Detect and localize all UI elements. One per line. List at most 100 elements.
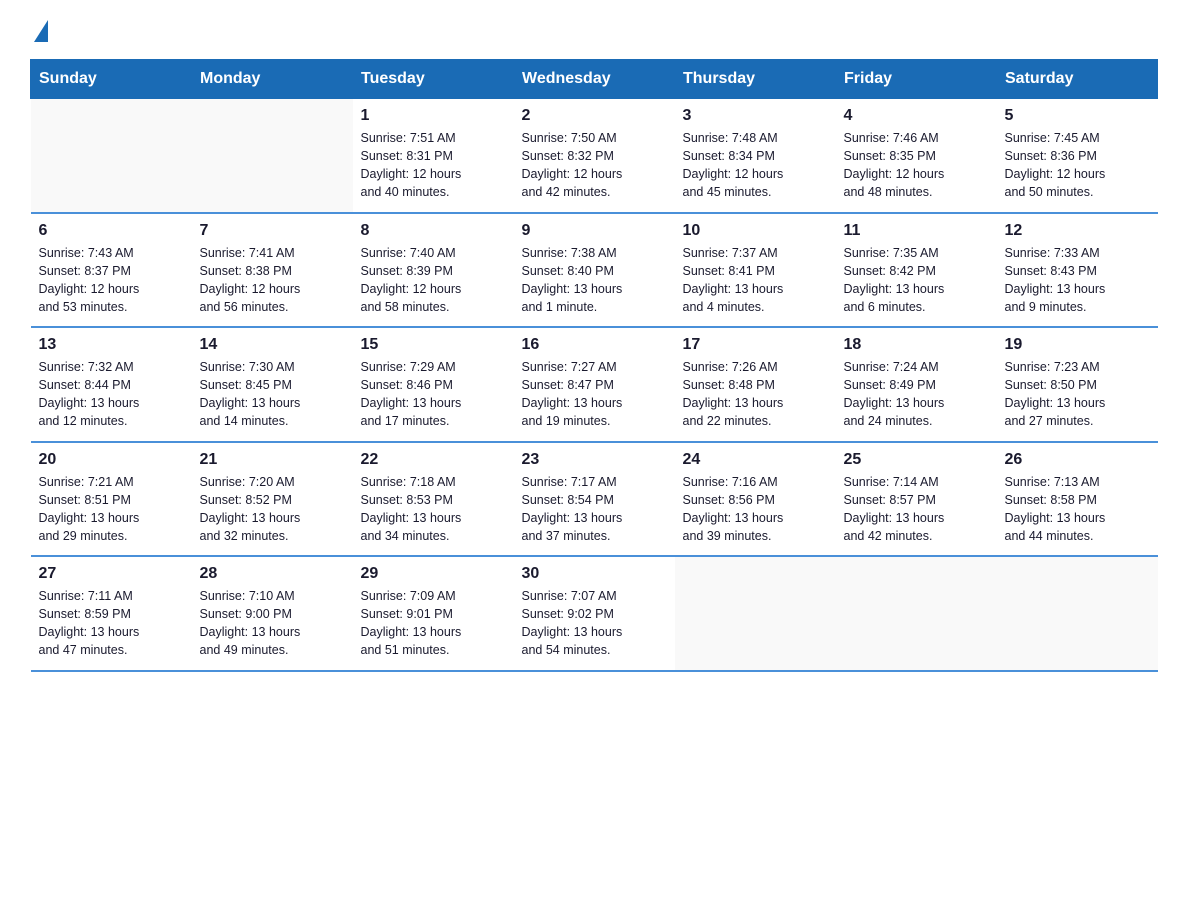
day-number: 18 (844, 336, 989, 354)
day-info: Sunrise: 7:27 AMSunset: 8:47 PMDaylight:… (522, 358, 667, 431)
calendar-week-row: 20 Sunrise: 7:21 AMSunset: 8:51 PMDayligh… (31, 442, 1158, 557)
day-number: 20 (39, 451, 184, 469)
day-info: Sunrise: 7:23 AMSunset: 8:50 PMDaylight:… (1005, 358, 1150, 431)
page-header (30, 20, 1158, 49)
calendar-cell: 4 Sunrise: 7:46 AMSunset: 8:35 PMDaylight… (836, 99, 997, 213)
weekday-header-thursday: Thursday (675, 60, 836, 99)
day-info: Sunrise: 7:50 AMSunset: 8:32 PMDaylight:… (522, 129, 667, 202)
day-info: Sunrise: 7:13 AMSunset: 8:58 PMDaylight:… (1005, 473, 1150, 546)
day-info: Sunrise: 7:29 AMSunset: 8:46 PMDaylight:… (361, 358, 506, 431)
day-number: 6 (39, 222, 184, 240)
day-info: Sunrise: 7:41 AMSunset: 8:38 PMDaylight:… (200, 244, 345, 317)
day-info: Sunrise: 7:40 AMSunset: 8:39 PMDaylight:… (361, 244, 506, 317)
calendar-cell: 14 Sunrise: 7:30 AMSunset: 8:45 PMDayligh… (192, 327, 353, 442)
day-info: Sunrise: 7:38 AMSunset: 8:40 PMDaylight:… (522, 244, 667, 317)
day-number: 17 (683, 336, 828, 354)
calendar-week-row: 13 Sunrise: 7:32 AMSunset: 8:44 PMDayligh… (31, 327, 1158, 442)
day-info: Sunrise: 7:07 AMSunset: 9:02 PMDaylight:… (522, 587, 667, 660)
day-info: Sunrise: 7:14 AMSunset: 8:57 PMDaylight:… (844, 473, 989, 546)
calendar-cell: 1Sunrise: 7:51 AMSunset: 8:31 PMDaylight… (353, 99, 514, 213)
calendar-cell: 18 Sunrise: 7:24 AMSunset: 8:49 PMDayligh… (836, 327, 997, 442)
calendar-cell: 25Sunrise: 7:14 AMSunset: 8:57 PMDayligh… (836, 442, 997, 557)
weekday-header-tuesday: Tuesday (353, 60, 514, 99)
day-number: 24 (683, 451, 828, 469)
calendar-header: SundayMondayTuesdayWednesdayThursdayFrid… (31, 60, 1158, 99)
calendar-cell: 17 Sunrise: 7:26 AMSunset: 8:48 PMDayligh… (675, 327, 836, 442)
day-info: Sunrise: 7:30 AMSunset: 8:45 PMDaylight:… (200, 358, 345, 431)
day-number: 12 (1005, 222, 1150, 240)
calendar-cell: 23Sunrise: 7:17 AMSunset: 8:54 PMDayligh… (514, 442, 675, 557)
day-number: 8 (361, 222, 506, 240)
weekday-header-monday: Monday (192, 60, 353, 99)
weekday-header-row: SundayMondayTuesdayWednesdayThursdayFrid… (31, 60, 1158, 99)
day-number: 23 (522, 451, 667, 469)
calendar-body: 1Sunrise: 7:51 AMSunset: 8:31 PMDaylight… (31, 99, 1158, 671)
day-number: 10 (683, 222, 828, 240)
day-info: Sunrise: 7:48 AMSunset: 8:34 PMDaylight:… (683, 129, 828, 202)
calendar-cell: 22Sunrise: 7:18 AMSunset: 8:53 PMDayligh… (353, 442, 514, 557)
calendar-cell (192, 99, 353, 213)
day-number: 1 (361, 107, 506, 125)
day-info: Sunrise: 7:45 AMSunset: 8:36 PMDaylight:… (1005, 129, 1150, 202)
calendar-cell: 20 Sunrise: 7:21 AMSunset: 8:51 PMDayligh… (31, 442, 192, 557)
calendar-cell (31, 99, 192, 213)
day-number: 28 (200, 565, 345, 583)
calendar-cell: 6Sunrise: 7:43 AMSunset: 8:37 PMDaylight… (31, 213, 192, 328)
calendar-cell: 27 Sunrise: 7:11 AMSunset: 8:59 PMDayligh… (31, 556, 192, 671)
calendar-cell: 5 Sunrise: 7:45 AMSunset: 8:36 PMDaylight… (997, 99, 1158, 213)
calendar-cell: 26 Sunrise: 7:13 AMSunset: 8:58 PMDayligh… (997, 442, 1158, 557)
day-info: Sunrise: 7:09 AMSunset: 9:01 PMDaylight:… (361, 587, 506, 660)
calendar-cell: 2 Sunrise: 7:50 AMSunset: 8:32 PMDaylight… (514, 99, 675, 213)
calendar-cell: 15 Sunrise: 7:29 AMSunset: 8:46 PMDayligh… (353, 327, 514, 442)
day-number: 13 (39, 336, 184, 354)
day-info: Sunrise: 7:32 AMSunset: 8:44 PMDaylight:… (39, 358, 184, 431)
day-number: 30 (522, 565, 667, 583)
day-number: 19 (1005, 336, 1150, 354)
day-number: 29 (361, 565, 506, 583)
logo (30, 20, 48, 49)
day-info: Sunrise: 7:37 AMSunset: 8:41 PMDaylight:… (683, 244, 828, 317)
weekday-header-saturday: Saturday (997, 60, 1158, 99)
calendar-table: SundayMondayTuesdayWednesdayThursdayFrid… (30, 59, 1158, 672)
calendar-cell: 9 Sunrise: 7:38 AMSunset: 8:40 PMDaylight… (514, 213, 675, 328)
calendar-cell: 12Sunrise: 7:33 AMSunset: 8:43 PMDayligh… (997, 213, 1158, 328)
calendar-cell: 19 Sunrise: 7:23 AMSunset: 8:50 PMDayligh… (997, 327, 1158, 442)
day-number: 4 (844, 107, 989, 125)
day-number: 9 (522, 222, 667, 240)
day-number: 16 (522, 336, 667, 354)
calendar-cell (675, 556, 836, 671)
weekday-header-sunday: Sunday (31, 60, 192, 99)
calendar-cell: 13 Sunrise: 7:32 AMSunset: 8:44 PMDayligh… (31, 327, 192, 442)
calendar-cell (997, 556, 1158, 671)
day-info: Sunrise: 7:21 AMSunset: 8:51 PMDaylight:… (39, 473, 184, 546)
logo-triangle-icon (34, 20, 48, 42)
calendar-cell (836, 556, 997, 671)
day-info: Sunrise: 7:24 AMSunset: 8:49 PMDaylight:… (844, 358, 989, 431)
day-number: 2 (522, 107, 667, 125)
day-number: 5 (1005, 107, 1150, 125)
weekday-header-wednesday: Wednesday (514, 60, 675, 99)
calendar-cell: 16 Sunrise: 7:27 AMSunset: 8:47 PMDayligh… (514, 327, 675, 442)
calendar-week-row: 6Sunrise: 7:43 AMSunset: 8:37 PMDaylight… (31, 213, 1158, 328)
day-info: Sunrise: 7:46 AMSunset: 8:35 PMDaylight:… (844, 129, 989, 202)
day-number: 15 (361, 336, 506, 354)
calendar-cell: 10 Sunrise: 7:37 AMSunset: 8:41 PMDayligh… (675, 213, 836, 328)
calendar-week-row: 1Sunrise: 7:51 AMSunset: 8:31 PMDaylight… (31, 99, 1158, 213)
day-info: Sunrise: 7:11 AMSunset: 8:59 PMDaylight:… (39, 587, 184, 660)
calendar-cell: 3 Sunrise: 7:48 AMSunset: 8:34 PMDaylight… (675, 99, 836, 213)
day-number: 27 (39, 565, 184, 583)
day-number: 26 (1005, 451, 1150, 469)
day-info: Sunrise: 7:35 AMSunset: 8:42 PMDaylight:… (844, 244, 989, 317)
day-info: Sunrise: 7:26 AMSunset: 8:48 PMDaylight:… (683, 358, 828, 431)
day-number: 21 (200, 451, 345, 469)
calendar-cell: 8 Sunrise: 7:40 AMSunset: 8:39 PMDaylight… (353, 213, 514, 328)
calendar-cell: 21 Sunrise: 7:20 AMSunset: 8:52 PMDayligh… (192, 442, 353, 557)
day-info: Sunrise: 7:18 AMSunset: 8:53 PMDaylight:… (361, 473, 506, 546)
day-number: 7 (200, 222, 345, 240)
calendar-cell: 28Sunrise: 7:10 AMSunset: 9:00 PMDayligh… (192, 556, 353, 671)
day-number: 3 (683, 107, 828, 125)
calendar-week-row: 27 Sunrise: 7:11 AMSunset: 8:59 PMDayligh… (31, 556, 1158, 671)
day-number: 14 (200, 336, 345, 354)
calendar-cell: 30 Sunrise: 7:07 AMSunset: 9:02 PMDayligh… (514, 556, 675, 671)
day-info: Sunrise: 7:20 AMSunset: 8:52 PMDaylight:… (200, 473, 345, 546)
